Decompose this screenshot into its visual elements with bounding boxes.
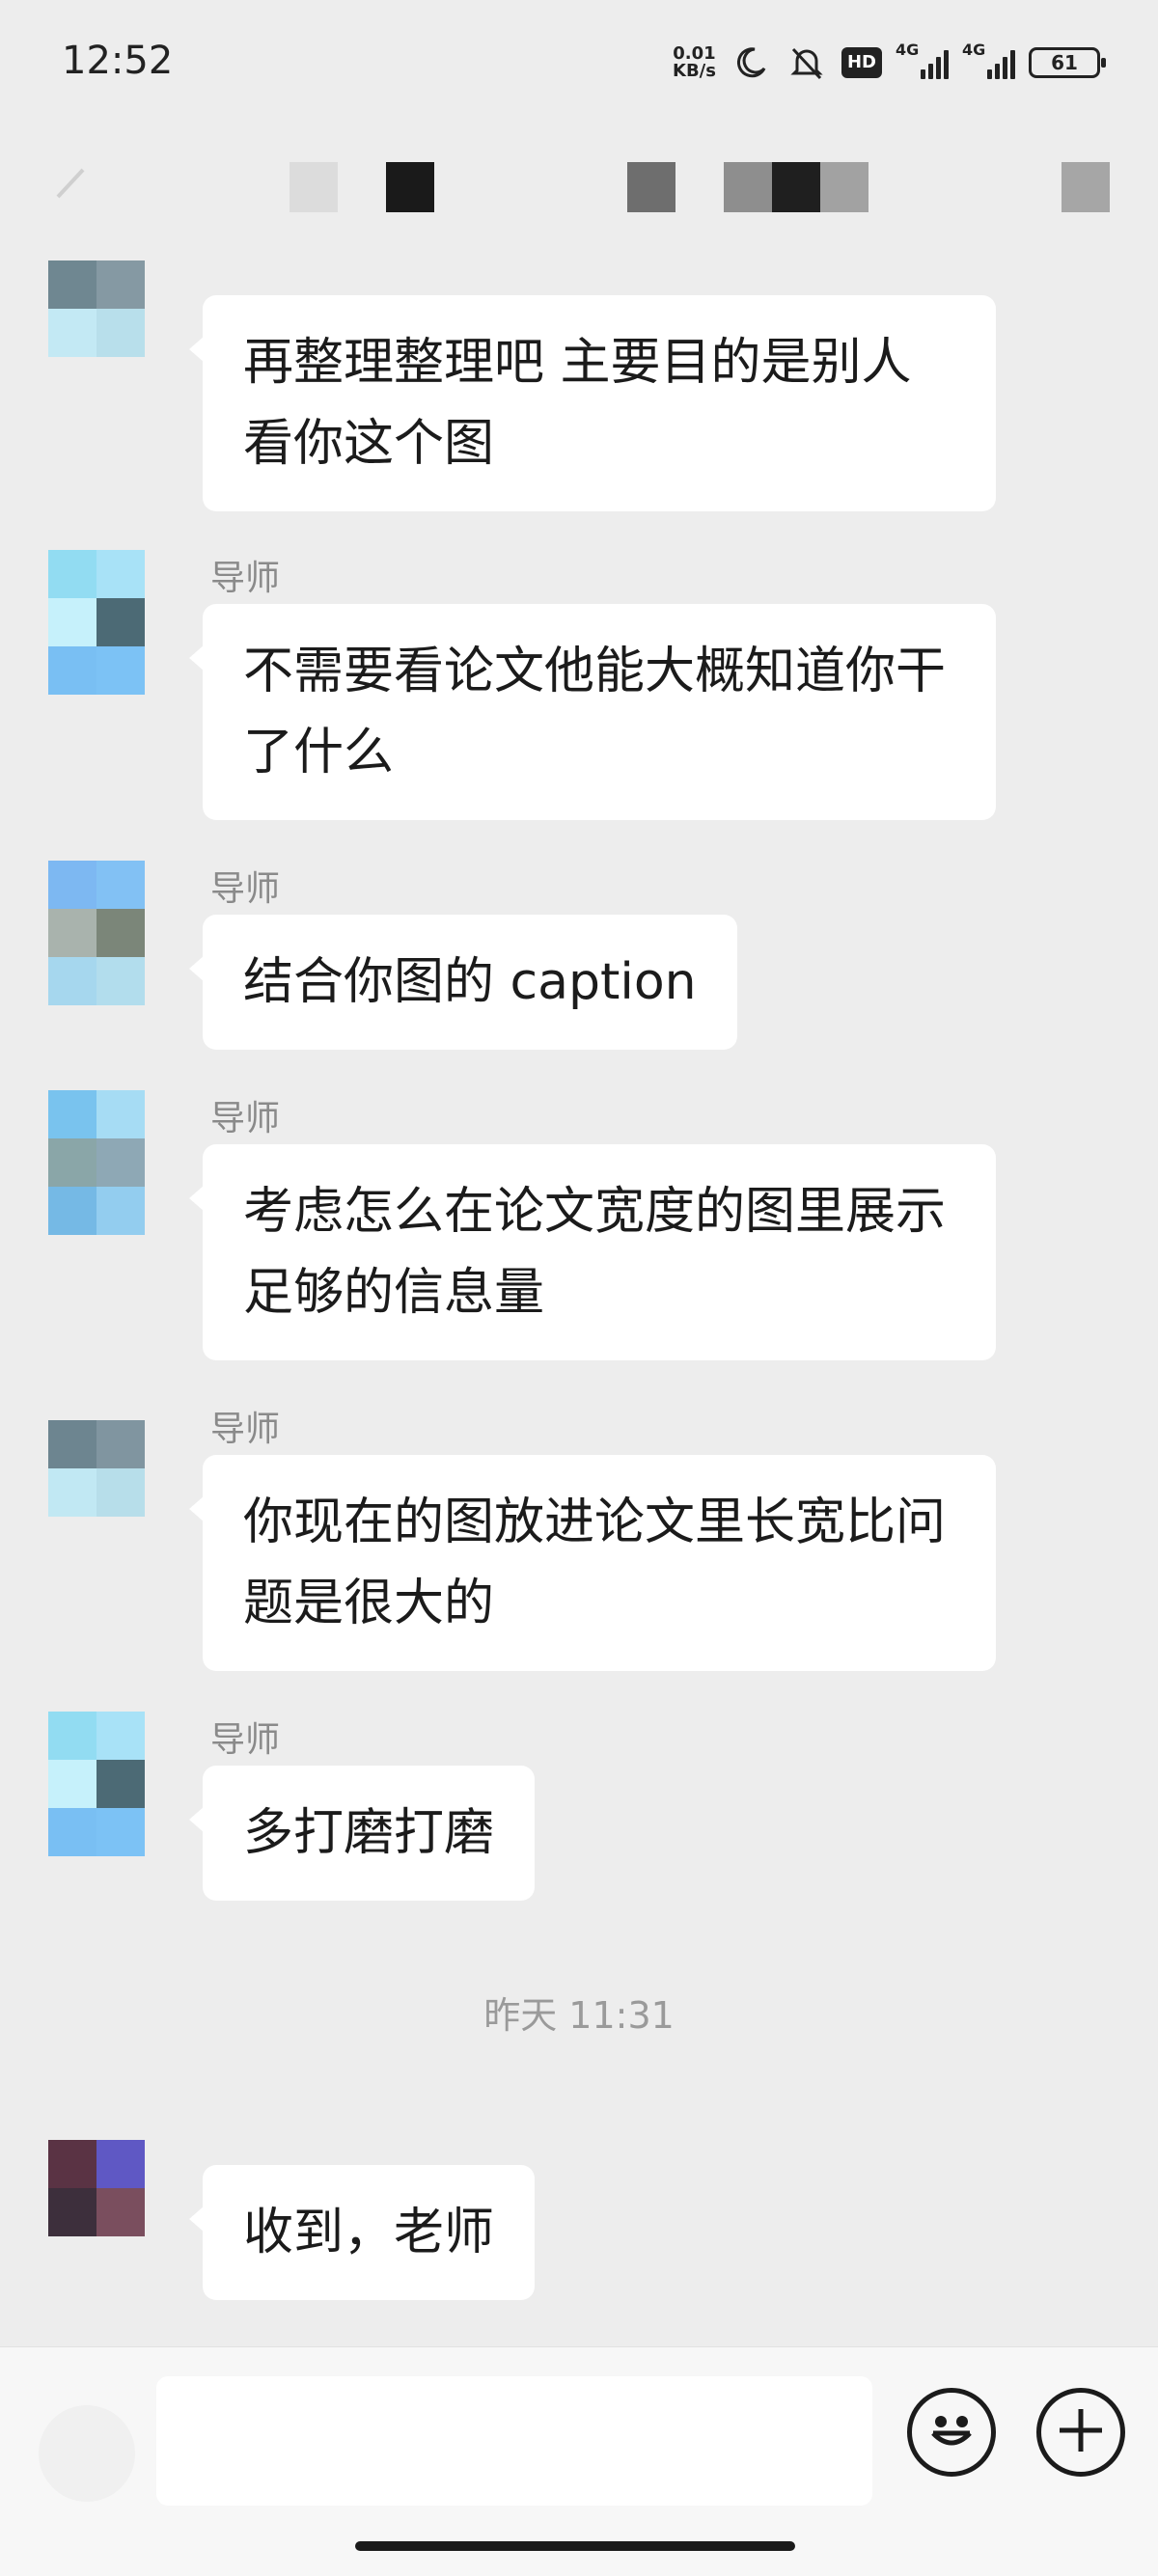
chat-title-redacted	[627, 162, 676, 212]
chat-timestamp: 昨天 11:31	[483, 1994, 675, 2037]
chat-title-redacted	[386, 162, 434, 212]
message-bubble[interactable]: 多打磨打磨	[188, 1766, 536, 1901]
status-bar: 12:52 0.01 KB/s HD 4G 4G 61	[0, 0, 1158, 125]
sender-name: 导师	[210, 1099, 281, 1138]
mute-bell-icon	[786, 41, 828, 84]
avatar[interactable]	[48, 1712, 145, 1856]
chat-title-redacted	[772, 162, 820, 212]
message-text: 再整理整理吧 主要目的是别人看你这个图	[243, 334, 912, 473]
avatar[interactable]	[48, 550, 145, 695]
more-menu-redacted[interactable]	[1062, 162, 1110, 212]
message-text: 考虑怎么在论文宽度的图里展示足够的信息量	[243, 1183, 947, 1322]
emoji-icon	[918, 2397, 985, 2468]
message-bubble[interactable]: 你现在的图放进论文里长宽比问题是很大的	[189, 1455, 996, 1671]
voice-input-button[interactable]	[39, 2405, 135, 2502]
chat-screen: 12:52 0.01 KB/s HD 4G 4G 61 再整理整理吧 主要目的是…	[0, 0, 1158, 2576]
sender-name: 导师	[210, 1720, 281, 1760]
avatar[interactable]	[48, 260, 145, 357]
message-input[interactable]	[156, 2376, 872, 2506]
network-speed: 0.01 KB/s	[673, 45, 716, 80]
message-bubble[interactable]: 再整理整理吧 主要目的是别人看你这个图	[189, 295, 996, 511]
plus-button[interactable]	[1036, 2388, 1125, 2477]
signal-2-label: 4G	[962, 41, 986, 59]
chat-title-redacted	[724, 162, 772, 212]
message-text: 你现在的图放进论文里长宽比问题是很大的	[243, 1494, 947, 1632]
sender-name: 导师	[210, 869, 281, 909]
message-text: 收到，老师	[243, 2204, 495, 2261]
signal-2-icon: 4G	[962, 41, 1015, 79]
moon-icon	[730, 41, 772, 84]
hd-badge: HD	[841, 47, 882, 78]
message-text: 不需要看论文他能大概知道你干了什么	[243, 643, 947, 781]
signal-1-label: 4G	[896, 41, 920, 59]
network-speed-unit: KB/s	[673, 61, 716, 81]
home-indicator[interactable]	[355, 2541, 795, 2551]
chat-header	[0, 125, 1158, 260]
message-bubble[interactable]: 结合你图的 caption	[189, 915, 737, 1050]
status-icons: 0.01 KB/s HD 4G 4G 61	[673, 39, 1106, 87]
plus-icon	[1052, 2401, 1110, 2463]
battery-level: 61	[1051, 51, 1078, 74]
avatar[interactable]	[48, 1420, 145, 1517]
message-list[interactable]: 再整理整理吧 主要目的是别人看你这个图 导师 不需要看论文他能大概知道你干了什么…	[0, 260, 1158, 2335]
message-text: 结合你图的 caption	[243, 953, 697, 1011]
avatar[interactable]	[48, 1090, 145, 1235]
sender-name: 导师	[210, 559, 281, 598]
message-bubble[interactable]: 不需要看论文他能大概知道你干了什么	[189, 604, 996, 820]
avatar[interactable]	[48, 861, 145, 1005]
chat-title-redacted	[820, 162, 868, 212]
battery-icon: 61	[1029, 47, 1106, 78]
sender-name: 导师	[210, 1410, 281, 1449]
message-bubble[interactable]: 收到，老师	[188, 2165, 536, 2300]
message-text: 多打磨打磨	[243, 1804, 495, 1862]
emoji-button[interactable]	[907, 2388, 996, 2477]
chat-title-redacted	[290, 162, 338, 212]
avatar[interactable]	[48, 2140, 145, 2236]
signal-1-icon: 4G	[896, 41, 949, 79]
message-bubble[interactable]: 考虑怎么在论文宽度的图里展示足够的信息量	[189, 1144, 996, 1360]
back-arrow-icon[interactable]	[50, 154, 89, 212]
status-time: 12:52	[62, 39, 174, 83]
